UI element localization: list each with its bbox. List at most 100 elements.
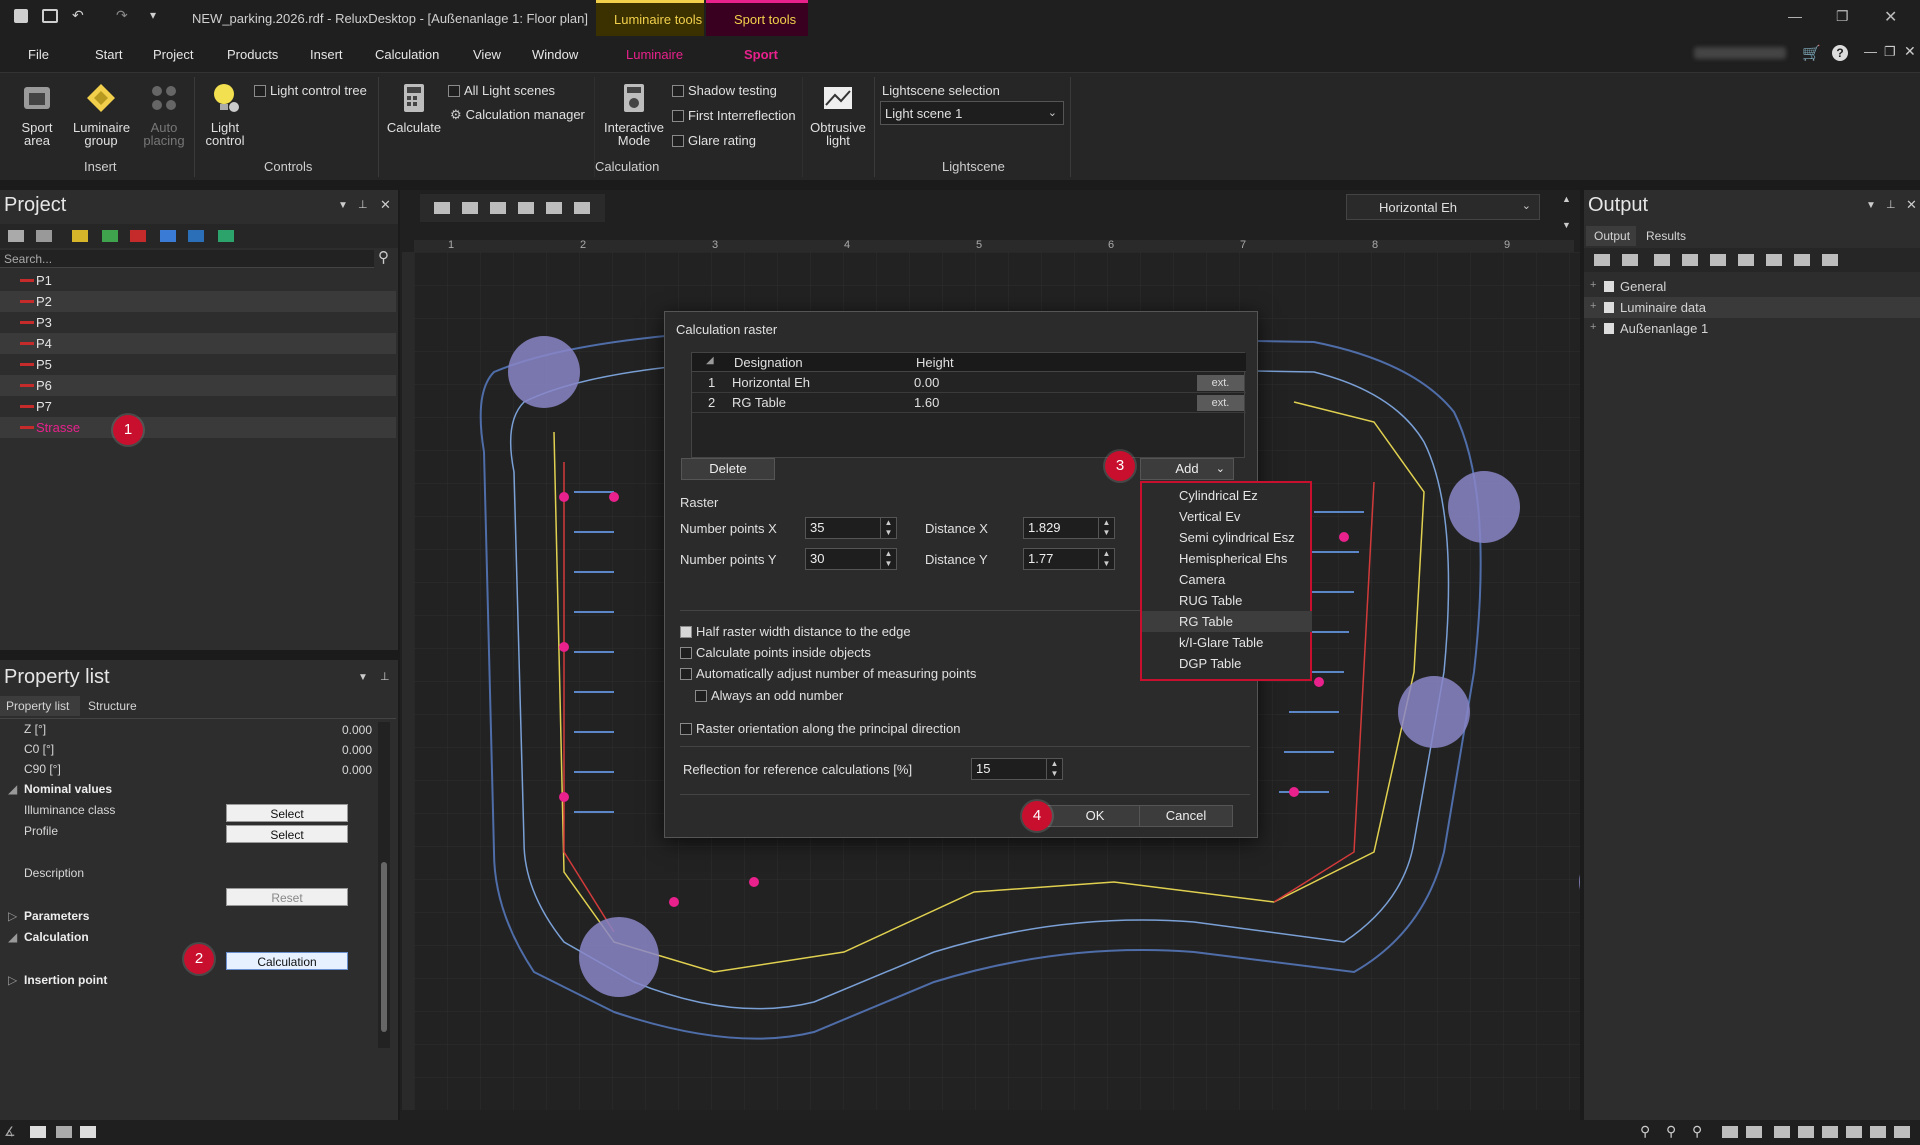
- distance-y-input[interactable]: 1.77 ▲ ▼: [1023, 548, 1115, 570]
- menu-item-rug-table[interactable]: RUG Table: [1142, 590, 1312, 611]
- collapse-icon[interactable]: ◢: [8, 782, 17, 796]
- ext-button[interactable]: ext.: [1197, 375, 1244, 391]
- reflection-input[interactable]: 15 ▲ ▼: [971, 758, 1063, 780]
- menu-project[interactable]: Project: [153, 47, 193, 62]
- lightscene-icon[interactable]: [102, 230, 118, 242]
- output-tree-item[interactable]: + Außenanlage 1: [1584, 318, 1920, 339]
- obtrusive-light-button[interactable]: Obtrusive light: [806, 81, 870, 147]
- toolbar-icon[interactable]: [1766, 254, 1782, 266]
- tab-output[interactable]: Output: [1586, 226, 1636, 246]
- menu-item-dgp-table[interactable]: DGP Table: [1142, 653, 1312, 674]
- odd-number-checkbox[interactable]: Always an odd number: [695, 688, 843, 703]
- context-tab-luminaire-tools[interactable]: Luminaire tools: [596, 0, 704, 36]
- num-points-y-input[interactable]: 30 ▲ ▼: [805, 548, 897, 570]
- menu-item-camera[interactable]: Camera: [1142, 569, 1312, 590]
- context-tab-sport-tools[interactable]: Sport tools: [706, 0, 808, 36]
- lightscene-select[interactable]: Light scene 1 ⌄: [880, 101, 1064, 125]
- view-side-icon[interactable]: [1798, 1126, 1814, 1138]
- menu-item-vertical-ev[interactable]: Vertical Ev: [1142, 506, 1312, 527]
- tab-structure[interactable]: Structure: [88, 699, 137, 713]
- half-raster-checkbox[interactable]: Half raster width distance to the edge: [680, 624, 911, 639]
- calculate-button[interactable]: Calculate: [384, 81, 444, 134]
- menu-view[interactable]: View: [473, 47, 501, 62]
- toolbar-icon[interactable]: [1654, 254, 1670, 266]
- interactive-mode-button[interactable]: Interactive Mode: [600, 81, 668, 147]
- surface-icon[interactable]: [36, 230, 52, 242]
- toolbar-icon[interactable]: [1794, 254, 1810, 266]
- view-mode-select[interactable]: Horizontal Eh ⌄: [1346, 194, 1540, 220]
- room-icon[interactable]: [160, 230, 176, 242]
- expand-icon[interactable]: ▷: [8, 973, 17, 987]
- view-top-icon[interactable]: [1746, 1126, 1762, 1138]
- tree-item[interactable]: P6: [0, 375, 396, 396]
- luminaire-group-button[interactable]: Luminaire group: [70, 81, 132, 147]
- restore-icon[interactable]: ❐: [1836, 8, 1849, 25]
- panel-dropdown-icon[interactable]: ▼: [358, 672, 368, 683]
- settings-icon[interactable]: [1894, 1126, 1910, 1138]
- profile-select-button[interactable]: Select: [226, 825, 348, 843]
- expand-icon[interactable]: +: [1590, 279, 1596, 291]
- menu-item-hemispherical-ehs[interactable]: Hemispherical Ehs: [1142, 548, 1312, 569]
- tab-results[interactable]: Results: [1646, 229, 1686, 243]
- calc-area-icon[interactable]: [130, 230, 146, 242]
- expand-icon[interactable]: +: [1590, 321, 1596, 333]
- menu-item-rg-table[interactable]: RG Table: [1142, 611, 1312, 632]
- redo-icon[interactable]: ↷: [116, 7, 128, 24]
- light-icon[interactable]: [1870, 1126, 1886, 1138]
- furniture-icon[interactable]: [188, 230, 204, 242]
- table-row[interactable]: 1 Horizontal Eh 0.00 ext.: [692, 373, 1246, 393]
- view-3d-icon[interactable]: [1722, 1126, 1738, 1138]
- toolbar-icon[interactable]: [1682, 254, 1698, 266]
- print-icon[interactable]: [42, 9, 58, 23]
- output-tree-item[interactable]: + General: [1584, 276, 1920, 297]
- zoom-out-icon[interactable]: ⚲: [1692, 1123, 1702, 1140]
- reset-button[interactable]: Reset: [226, 888, 348, 906]
- collapse-icon[interactable]: ◢: [8, 930, 17, 944]
- cart-icon[interactable]: 🛒: [1802, 44, 1821, 62]
- menu-luminaire[interactable]: Luminaire: [626, 47, 683, 62]
- search-icon[interactable]: ⚲: [378, 248, 389, 266]
- tree-item[interactable]: P2: [0, 291, 396, 312]
- tab-property-list[interactable]: Property list: [0, 696, 80, 716]
- view-icon[interactable]: [490, 202, 506, 214]
- light-control-button[interactable]: Light control: [200, 81, 250, 147]
- tree-item[interactable]: P4: [0, 333, 396, 354]
- toolbar-icon[interactable]: [1710, 254, 1726, 266]
- menu-sport[interactable]: Sport: [744, 47, 778, 62]
- ribbon-close-icon[interactable]: ✕: [1904, 43, 1916, 60]
- all-light-scenes-checkbox[interactable]: All Light scenes: [448, 83, 555, 98]
- ok-button[interactable]: OK: [1043, 805, 1147, 827]
- view-icon[interactable]: [546, 202, 562, 214]
- pin-icon[interactable]: ⊥: [380, 670, 390, 683]
- help-icon[interactable]: ?: [1832, 45, 1848, 61]
- zoom-in-icon[interactable]: ⚲: [1666, 1123, 1676, 1140]
- glare-rating-checkbox[interactable]: Glare rating: [672, 133, 756, 148]
- layers-icon[interactable]: [8, 230, 24, 242]
- scrollbar-thumb[interactable]: [381, 862, 387, 1032]
- table-row[interactable]: 2 RG Table 1.60 ext.: [692, 393, 1246, 413]
- zoom-icon[interactable]: ⚲: [1640, 1123, 1650, 1140]
- add-button[interactable]: Add ⌄: [1140, 458, 1234, 480]
- view-front-icon[interactable]: [1774, 1126, 1790, 1138]
- output-tree-item[interactable]: + Luminaire data: [1584, 297, 1920, 318]
- toolbar-icon[interactable]: [1594, 254, 1610, 266]
- panel-dropdown-icon[interactable]: ▼: [338, 200, 348, 211]
- image-view-icon[interactable]: [80, 1126, 96, 1138]
- illuminance-class-select-button[interactable]: Select: [226, 804, 348, 822]
- view-icon[interactable]: [518, 202, 534, 214]
- sport-area-button[interactable]: Sport area: [12, 81, 62, 147]
- menu-start[interactable]: Start: [95, 47, 122, 62]
- panel-dropdown-icon[interactable]: ▼: [1866, 200, 1876, 211]
- ext-button[interactable]: ext.: [1197, 395, 1244, 411]
- panel-close-icon[interactable]: ✕: [380, 197, 391, 213]
- quick-access-dropdown-icon[interactable]: ▾: [150, 8, 156, 22]
- pin-icon[interactable]: ⊥: [1886, 198, 1896, 211]
- menu-insert[interactable]: Insert: [310, 47, 343, 62]
- expand-icon[interactable]: ▷: [8, 909, 17, 923]
- toolbar-icon[interactable]: [1822, 254, 1838, 266]
- toolbar-icon[interactable]: [1738, 254, 1754, 266]
- delete-button[interactable]: Delete: [681, 458, 775, 480]
- first-interreflection-checkbox[interactable]: First Interreflection: [672, 108, 796, 123]
- toolbar-icon[interactable]: [1622, 254, 1638, 266]
- tree-item[interactable]: P1: [0, 270, 396, 291]
